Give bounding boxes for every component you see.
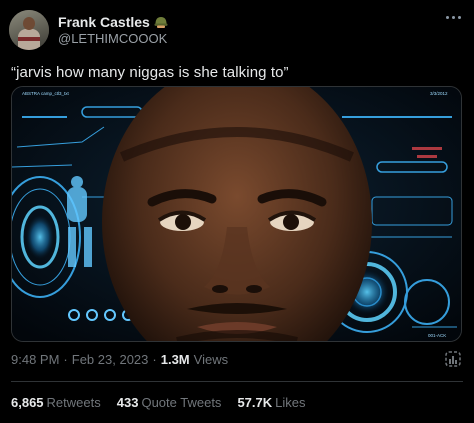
tweet-card: Frank Castles @LETHIMCOOOK “jarvis how m… (0, 0, 474, 423)
views-label: Views (193, 352, 229, 367)
holographic-hud-face-image-icon: ABSTRA camp_ctl3_txt 3/3/2012 001-ACK (12, 87, 461, 341)
retweets-label: Retweets (46, 395, 101, 410)
military-helmet-emoji-icon (154, 15, 168, 29)
more-options-icon[interactable] (440, 10, 466, 24)
tweet-time[interactable]: 9:48 PM (11, 352, 59, 367)
views-count: 1.3M (160, 352, 190, 367)
tweet-text: “jarvis how many niggas is she talking t… (11, 64, 289, 81)
retweets-count: 6,865 (11, 395, 44, 410)
meta-separator: · (63, 352, 68, 367)
divider (11, 381, 463, 382)
hud-text-top-right: 3/3/2012 (430, 91, 448, 96)
display-name[interactable]: Frank Castles (58, 14, 150, 30)
meta-separator: · (152, 352, 157, 367)
tweet-media-image[interactable]: ABSTRA camp_ctl3_txt 3/3/2012 001-ACK (11, 86, 462, 342)
author-name-row[interactable]: Frank Castles (58, 14, 168, 30)
retweets-stat[interactable]: 6,865 Retweets (11, 395, 101, 410)
likes-label: Likes (275, 395, 306, 410)
quotes-label: Quote Tweets (141, 395, 222, 410)
hud-text-bottom-right: 001-ACK (428, 333, 446, 338)
engagement-stats: 6,865 Retweets 433 Quote Tweets 57.7K Likes (11, 395, 306, 410)
profile-avatar[interactable] (9, 10, 49, 50)
tweet-date[interactable]: Feb 23, 2023 (72, 352, 149, 367)
hud-text-top-left: ABSTRA camp_ctl3_txt (22, 91, 70, 96)
tweet-meta-row: 9:48 PM · Feb 23, 2023 · 1.3M Views (11, 352, 228, 367)
likes-count: 57.7K (237, 395, 273, 410)
likes-stat[interactable]: 57.7K Likes (237, 395, 305, 410)
quotes-count: 433 (116, 395, 139, 410)
quote-tweets-stat[interactable]: 433 Quote Tweets (117, 395, 222, 410)
author-handle[interactable]: @LETHIMCOOOK (58, 31, 167, 46)
analytics-icon[interactable] (444, 350, 462, 368)
